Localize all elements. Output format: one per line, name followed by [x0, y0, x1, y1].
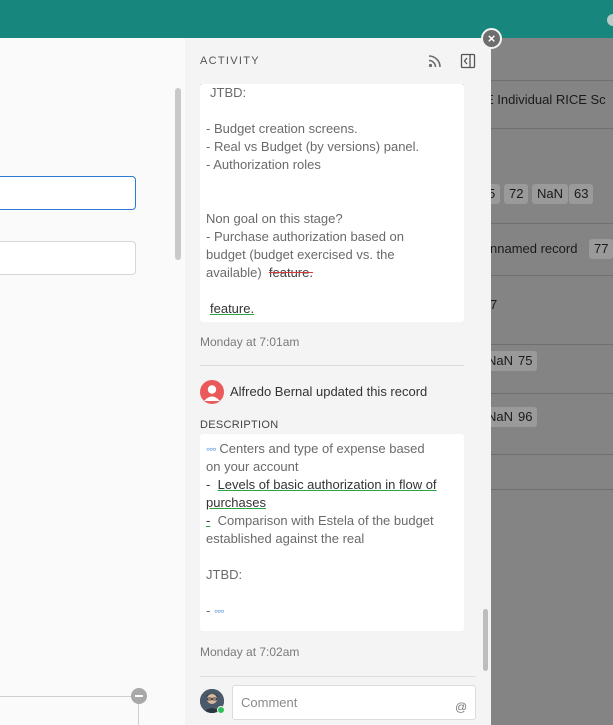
grid-row-divider — [491, 344, 613, 345]
card-text-line: - Real vs Budget (by versions) panel. — [206, 139, 420, 154]
field-label: DESCRIPTION — [200, 419, 279, 431]
activity-divider — [200, 365, 464, 366]
grid-column-header[interactable]: E Individual RICE Sc — [485, 92, 606, 107]
added-text: purchases — [206, 495, 266, 510]
grid-cell-value[interactable]: 7 — [490, 295, 497, 315]
activity-timestamp: Monday at 7:02am — [200, 645, 300, 659]
description-change-card: ◦◦◦ Centers and type of expense based on… — [200, 434, 464, 631]
top-bar — [0, 0, 613, 38]
grid-cell-value[interactable]: NaN — [532, 184, 569, 204]
card-text-line — [206, 192, 458, 210]
card-text-line: - Budget creation screens. — [206, 121, 358, 136]
card-text-line: - Comparison with Estela of the budget — [206, 512, 458, 530]
grid-row-divider — [491, 223, 613, 224]
record-form-panel — [0, 38, 185, 725]
card-text-line: ◦◦◦ Centers and type of expense based — [206, 440, 458, 458]
grid-row-divider — [491, 393, 613, 394]
window-control-dot[interactable] — [607, 14, 613, 26]
grid-record-name[interactable]: nnamed record — [490, 239, 577, 259]
comment-divider — [200, 676, 476, 677]
card-text-line: Non goal on this stage? — [206, 211, 343, 226]
grid-row-divider — [491, 454, 613, 455]
grid-cell-value[interactable]: 72 — [504, 184, 529, 204]
card-text-line: - ◦◦◦ — [206, 602, 458, 620]
card-text-line — [206, 102, 458, 120]
card-text-line: JTBD: — [206, 567, 243, 582]
text-field[interactable] — [0, 241, 136, 275]
avatar[interactable] — [200, 380, 224, 404]
card-text-line: budget (budget exercised vs. the — [206, 247, 395, 262]
grid-row-divider — [491, 80, 613, 81]
removed-text: feature. — [268, 265, 313, 280]
card-text-line: - Levels of basic authorization in flow … — [206, 476, 458, 494]
collapse-node-button[interactable] — [131, 688, 147, 704]
records-grid-background: E Individual RICE Sc 5 72 NaN 63 nnamed … — [482, 38, 613, 725]
card-text: Comparison with Estela of the budget — [217, 513, 434, 528]
card-text-line: - Authorization roles — [206, 157, 321, 172]
collapsed-text-toggle[interactable]: ◦◦◦ — [206, 442, 217, 456]
grid-cell-value[interactable]: 75 — [513, 351, 538, 371]
user-icon — [204, 385, 220, 401]
close-icon[interactable]: × — [481, 28, 502, 49]
card-text-line: feature. — [206, 300, 458, 318]
grid-cell-value[interactable]: 63 — [569, 184, 594, 204]
grid-cell-value[interactable]: 96 — [513, 407, 538, 427]
card-text-line: on your account — [206, 459, 299, 474]
card-text: - — [206, 477, 211, 492]
activity-timestamp: Monday at 7:01am — [200, 335, 300, 349]
rss-icon[interactable] — [428, 54, 442, 68]
online-status-indicator — [217, 706, 225, 714]
collapse-panel-icon[interactable] — [460, 53, 476, 69]
record-scrollbar[interactable] — [175, 88, 181, 260]
at-icon[interactable]: @ — [455, 700, 467, 714]
card-text-line: available) feature. — [206, 264, 458, 282]
activity-title: ACTIVITY — [200, 55, 260, 67]
activity-change-card: JTBD: - Budget creation screens. - Real … — [200, 84, 464, 322]
comment-input[interactable] — [232, 685, 476, 720]
tree-connector-line — [0, 696, 132, 697]
grid-cell-value[interactable]: 77 — [589, 239, 613, 259]
activity-update-text: Alfredo Bernal updated this record — [230, 384, 428, 399]
card-text-line — [206, 174, 458, 192]
card-text-line: established against the real — [206, 531, 365, 546]
minus-icon — [135, 695, 143, 697]
card-text-line: - Purchase authorization based on — [206, 229, 405, 244]
grid-row-divider — [491, 275, 613, 276]
added-text: feature. — [210, 301, 255, 316]
tree-connector-line-vertical — [138, 702, 139, 725]
grid-row-divider — [491, 489, 613, 490]
card-text: available) — [206, 265, 262, 280]
focused-text-field[interactable] — [0, 176, 136, 210]
grid-row-divider — [491, 128, 613, 129]
collapsed-text-toggle[interactable]: ◦◦◦ — [214, 604, 225, 618]
activity-scrollbar[interactable] — [483, 609, 488, 671]
added-text: - — [206, 513, 211, 528]
card-text-line: JTBD: — [210, 85, 247, 100]
card-text: Centers and type of expense based — [219, 441, 425, 456]
added-text: Levels of basic authorization in flow of — [217, 477, 437, 492]
card-text: - — [206, 603, 211, 618]
card-text-line: purchases — [206, 494, 458, 512]
